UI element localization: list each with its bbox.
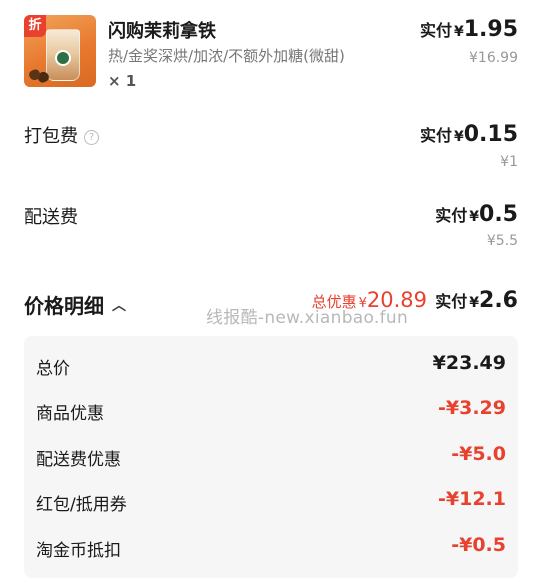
detail-row-delivery-discount: 配送费优惠 -¥5.0	[24, 433, 518, 479]
packing-fee-label: 打包费?	[24, 122, 99, 148]
detail-label: 商品优惠	[36, 404, 104, 424]
price-detail-panel: 总价 ¥23.49 商品优惠 -¥3.29 配送费优惠 -¥5.0 红包/抵用券…	[24, 336, 518, 578]
packing-fee-text: 打包费	[24, 126, 78, 147]
delivery-fee-original: ¥5.5	[486, 233, 518, 249]
product-paid-price: 实付 ¥1.95	[420, 17, 518, 42]
detail-row-total: 总价 ¥23.49	[24, 342, 518, 388]
price-detail-title: 价格明细	[24, 294, 104, 318]
total-paid-amount: 2.6	[479, 288, 518, 313]
detail-label: 总价	[36, 359, 70, 379]
detail-row-coupon: 红包/抵用券 -¥12.1	[24, 478, 518, 524]
price-detail-toggle[interactable]: 价格明细 ︿	[24, 290, 126, 319]
product-name: 闪购茉莉拿铁	[108, 21, 216, 42]
discount-badge: 折	[24, 15, 46, 37]
detail-value: -¥5.0	[451, 443, 506, 465]
detail-row-product-discount: 商品优惠 -¥3.29	[24, 387, 518, 433]
currency-symbol: ¥	[453, 129, 464, 145]
product-original-price: ¥16.99	[469, 50, 518, 66]
product-spec: 热/金奖深烘/加浓/不额外加糖(微甜)	[108, 47, 345, 65]
paid-amount: 0.5	[479, 202, 518, 227]
currency-symbol: ¥	[453, 24, 464, 40]
paid-amount: 0.15	[463, 122, 518, 147]
coffee-beans-icon	[28, 69, 50, 83]
latte-cup-icon	[46, 29, 80, 81]
detail-value: -¥3.29	[438, 397, 506, 419]
chevron-up-icon: ︿	[112, 298, 126, 314]
delivery-fee-label: 配送费	[24, 207, 78, 228]
detail-label: 淘金币抵扣	[36, 541, 121, 561]
currency-symbol: ¥	[469, 295, 480, 311]
packing-fee-paid: 实付 ¥0.15	[420, 122, 518, 147]
packing-fee-original: ¥1	[500, 154, 518, 170]
paid-label: 实付	[419, 21, 452, 40]
paid-amount: 1.95	[463, 17, 518, 42]
help-icon[interactable]: ?	[84, 130, 99, 145]
product-image[interactable]: 折	[24, 15, 96, 87]
detail-row-coins: 淘金币抵扣 -¥0.5	[24, 524, 518, 570]
product-quantity: × 1	[108, 72, 137, 90]
detail-value: -¥0.5	[451, 534, 506, 556]
paid-label: 实付	[435, 292, 468, 311]
detail-value: ¥23.49	[432, 352, 506, 374]
detail-label: 配送费优惠	[36, 450, 121, 470]
brand-logo-icon	[55, 50, 71, 66]
delivery-fee-paid: 实付 ¥0.5	[435, 202, 518, 227]
total-paid: 实付 ¥2.6	[435, 288, 518, 313]
currency-symbol: ¥	[469, 209, 480, 225]
paid-label: 实付	[419, 126, 452, 145]
detail-label: 红包/抵用券	[36, 495, 127, 515]
paid-label: 实付	[435, 206, 468, 225]
watermark: 线报酷-new.xianbao.fun	[206, 308, 409, 328]
detail-value: -¥12.1	[438, 488, 506, 510]
